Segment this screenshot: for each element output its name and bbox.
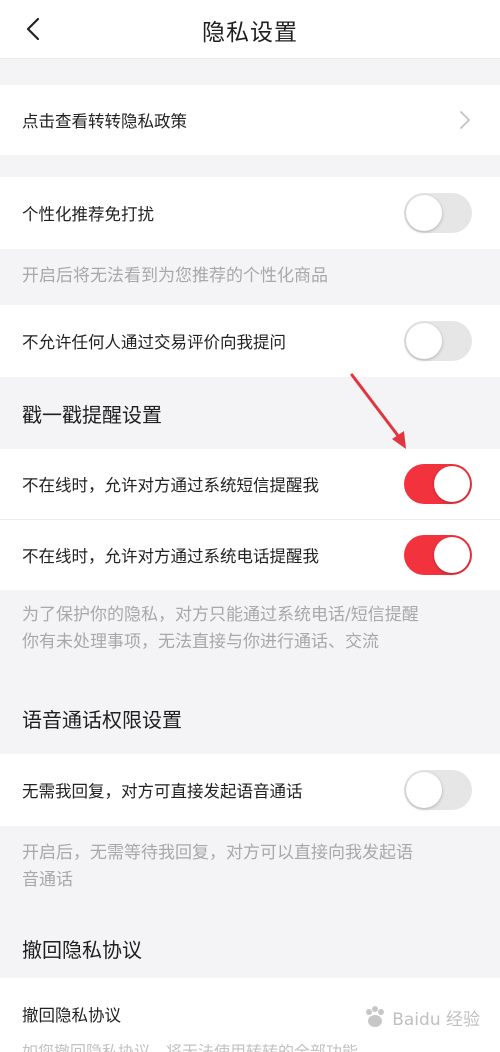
phone-reminder-row: 不在线时，允许对方通过系统电话提醒我 bbox=[0, 520, 500, 590]
privacy-policy-link[interactable]: 点击查看转转隐私政策 bbox=[0, 85, 500, 155]
sms-reminder-toggle[interactable] bbox=[404, 464, 472, 504]
toggle-knob bbox=[434, 537, 470, 573]
revoke-label: 撤回隐私协议 bbox=[22, 1006, 121, 1025]
phone-reminder-label: 不在线时，允许对方通过系统电话提醒我 bbox=[22, 547, 319, 566]
revoke-section-title: 撤回隐私协议 bbox=[22, 937, 142, 962]
voice-call-row: 无需我回复，对方可直接发起语音通话 bbox=[0, 754, 500, 826]
no-questions-row: 不允许任何人通过交易评价向我提问 bbox=[0, 305, 500, 377]
sms-reminder-label: 不在线时，允许对方通过系统短信提醒我 bbox=[22, 476, 319, 495]
revoke-row[interactable]: 撤回隐私协议 bbox=[0, 978, 500, 1044]
poke-section-title: 戳一戳提醒设置 bbox=[22, 402, 162, 427]
toggle-knob bbox=[434, 466, 470, 502]
revoke-description-partial: 如您撤回隐私协议，将无法使用转转的全部功能 bbox=[0, 1044, 500, 1052]
phone-reminder-toggle[interactable] bbox=[404, 535, 472, 575]
toggle-knob bbox=[406, 195, 442, 231]
voice-section-title: 语音通话权限设置 bbox=[22, 707, 182, 732]
poke-description-line: 你有未处理事项，无法直接与你进行通话、交流 bbox=[22, 632, 379, 652]
personalized-description: 开启后将无法看到为您推荐的个性化商品 bbox=[22, 266, 328, 286]
toggle-knob bbox=[406, 323, 442, 359]
no-questions-toggle[interactable] bbox=[404, 321, 472, 361]
voice-call-label: 无需我回复，对方可直接发起语音通话 bbox=[22, 782, 303, 801]
chevron-right-icon bbox=[460, 111, 470, 129]
voice-description-line: 音通话 bbox=[22, 870, 73, 890]
personalized-row: 个性化推荐免打扰 bbox=[0, 177, 500, 249]
no-questions-label: 不允许任何人通过交易评价向我提问 bbox=[22, 333, 286, 352]
poke-description-line: 为了保护你的隐私，对方只能通过系统电话/短信提醒 bbox=[22, 605, 419, 625]
personalized-label: 个性化推荐免打扰 bbox=[22, 205, 154, 224]
privacy-policy-label: 点击查看转转隐私政策 bbox=[22, 112, 187, 131]
toggle-knob bbox=[406, 772, 442, 808]
personalized-toggle[interactable] bbox=[404, 193, 472, 233]
page-title: 隐私设置 bbox=[202, 20, 298, 46]
voice-description: 开启后，无需等待我回复，对方可以直接向我发起语 音通话 bbox=[0, 826, 500, 918]
sms-reminder-row: 不在线时，允许对方通过系统短信提醒我 bbox=[0, 449, 500, 519]
poke-description: 为了保护你的隐私，对方只能通过系统电话/短信提醒 你有未处理事项，无法直接与你进… bbox=[0, 590, 500, 682]
top-bar: 隐私设置 bbox=[0, 0, 500, 59]
voice-call-toggle[interactable] bbox=[404, 770, 472, 810]
voice-description-line: 开启后，无需等待我回复，对方可以直接向我发起语 bbox=[22, 843, 413, 863]
